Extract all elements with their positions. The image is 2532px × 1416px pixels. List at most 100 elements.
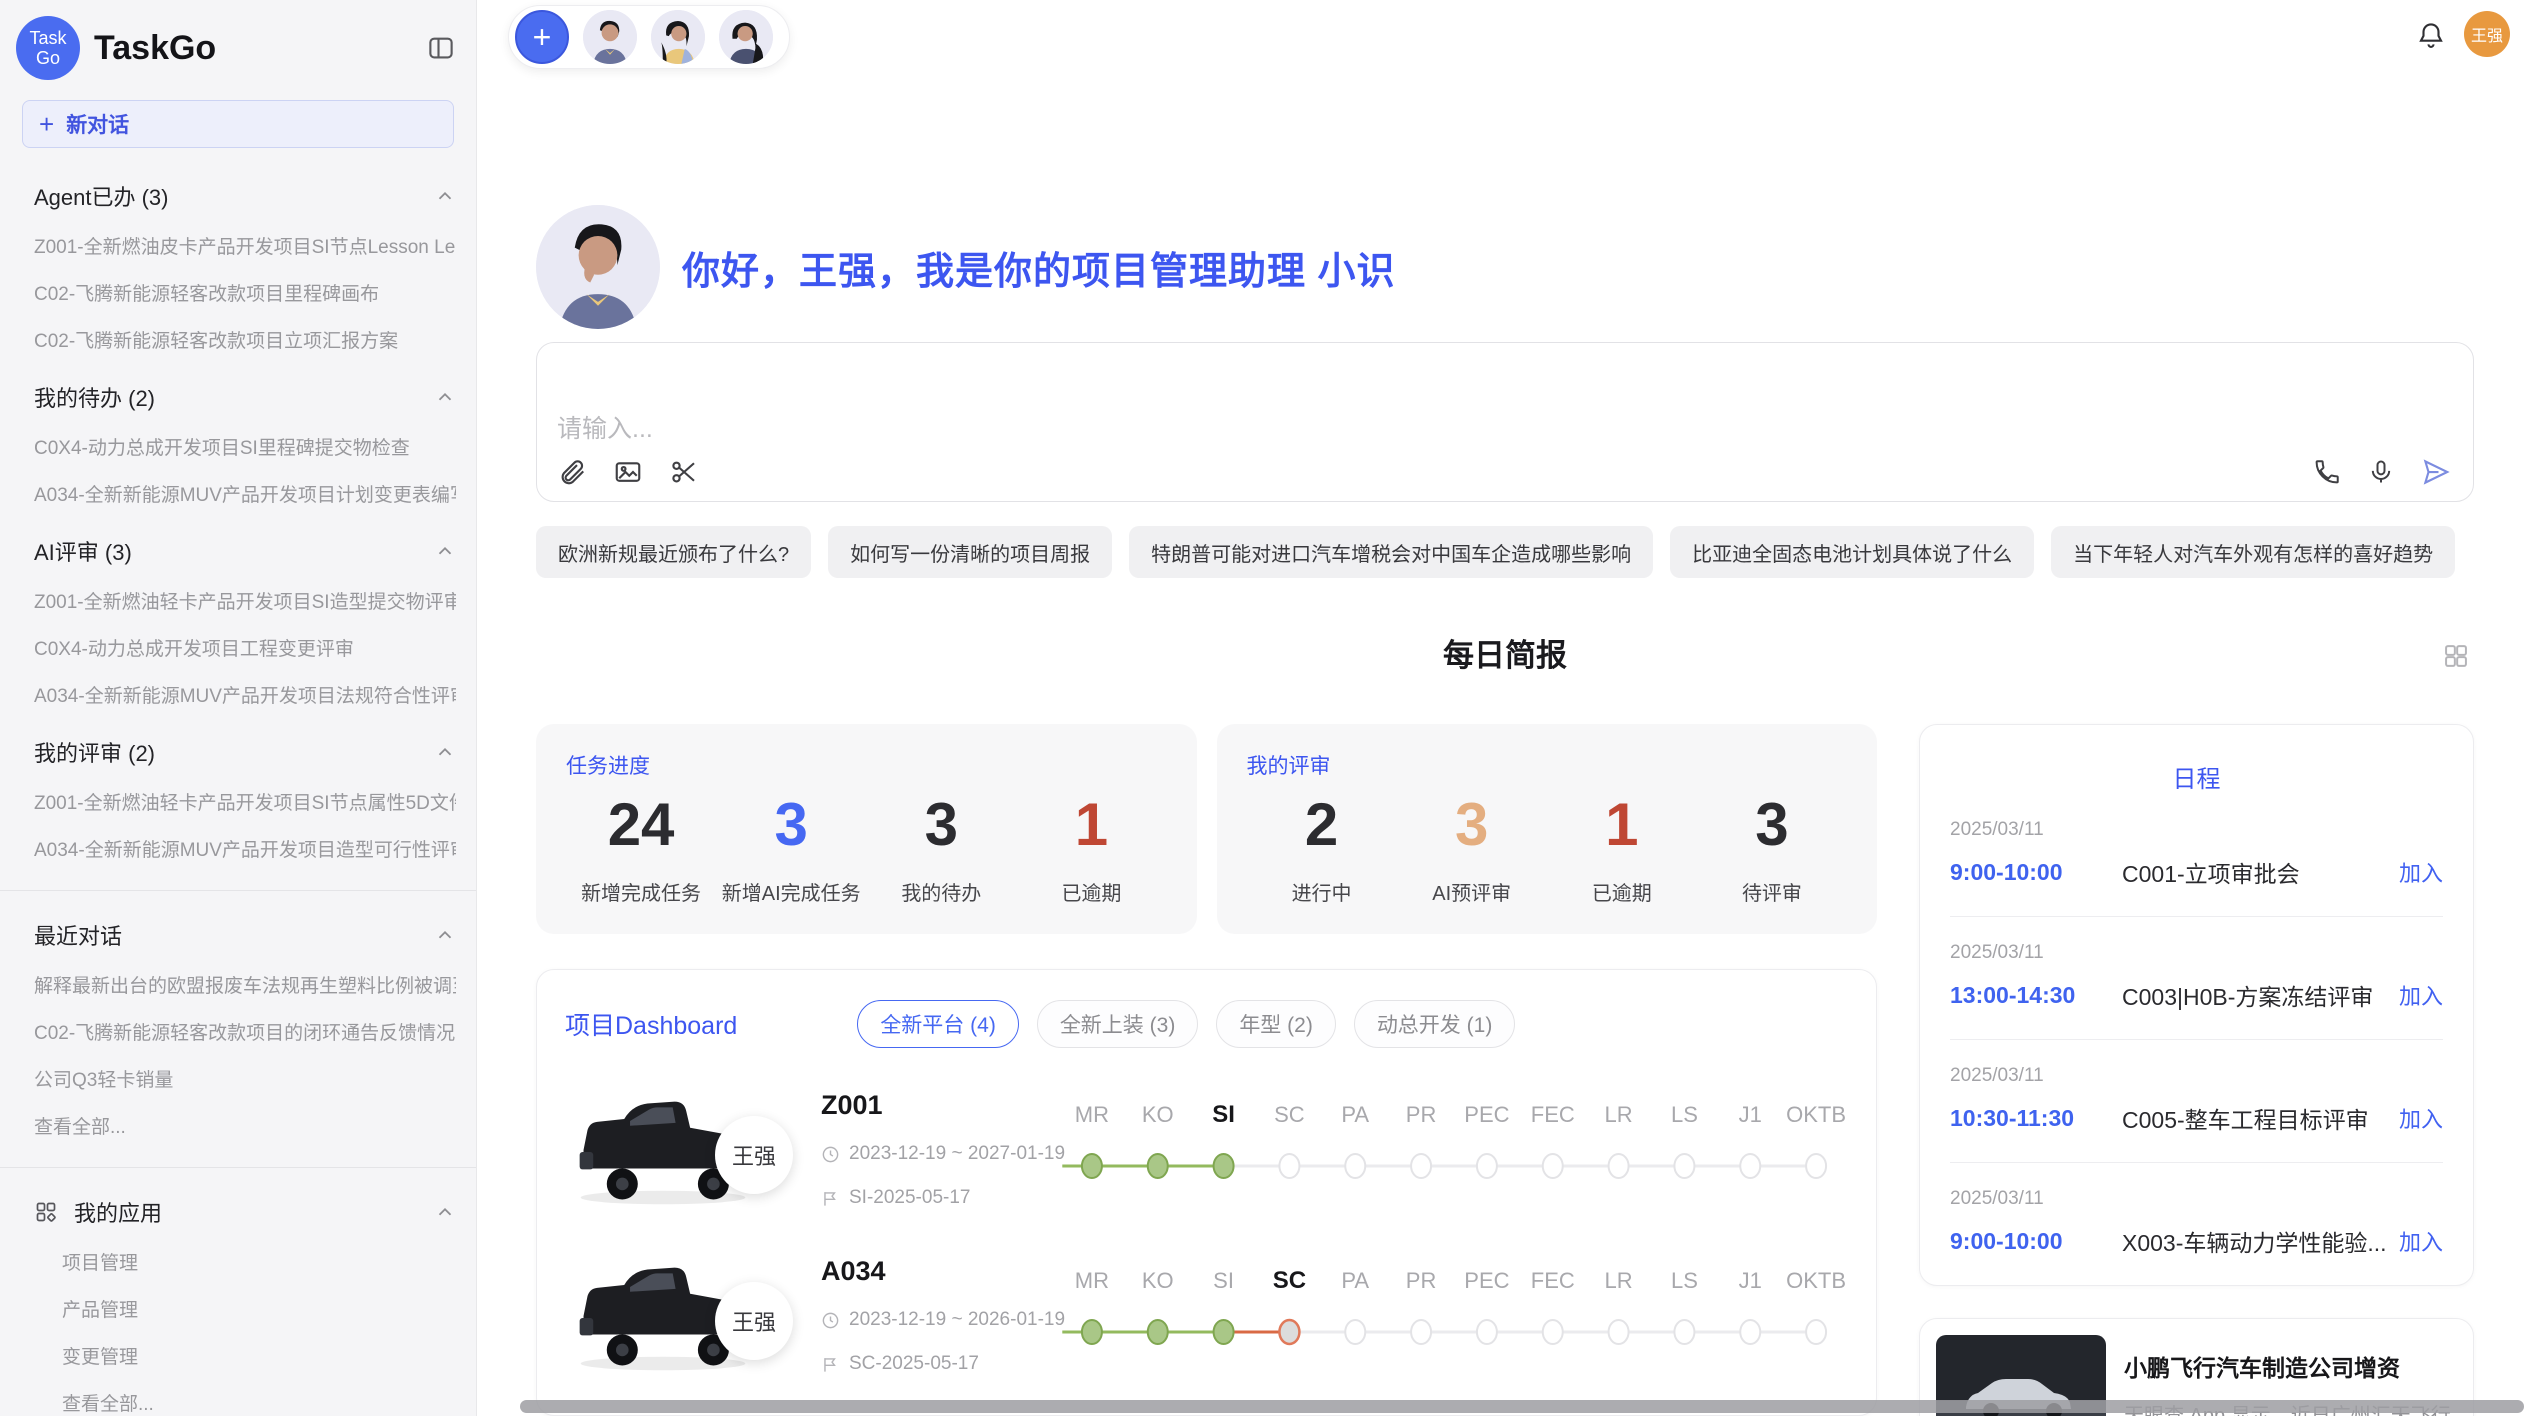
sidebar-conversation-item[interactable]: Z001-全新燃油轻卡产品开发项目SI造型提交物评审 (34, 587, 456, 614)
sidebar-section-header[interactable]: 最近对话 (34, 919, 456, 951)
sidebar-conversation-item[interactable]: A034-全新新能源MUV产品开发项目计划变更表编写 (34, 480, 456, 507)
sidebar-section-header[interactable]: 我的评审 (2) (34, 736, 456, 768)
sidebar-apps-header[interactable]: 我的应用 (34, 1196, 456, 1228)
milestone-label: OKTB (1786, 1102, 1846, 1127)
project-date-range: 2023-12-19 ~ 2026-01-19 (849, 1309, 1065, 1331)
dashboard-filter-chip[interactable]: 全新上装 (3) (1037, 1000, 1199, 1048)
image-icon[interactable] (613, 457, 643, 487)
dashboard-filters: 全新平台 (4) 全新上装 (3) 年型 (2) 动总开发 (1) (857, 1000, 1515, 1048)
sidebar-recent-section: 最近对话 解释最新出台的欧盟报废车法规再生塑料比例被调至15%... C02-飞… (34, 919, 456, 1139)
sidebar-conversation-item[interactable]: C0X4-动力总成开发项目工程变更评审 (34, 634, 456, 661)
clock-icon (821, 1145, 840, 1164)
stat-item: 1 已逾期 (1016, 790, 1166, 906)
schedule-join-link[interactable]: 加入 (2399, 979, 2443, 1011)
phone-icon[interactable] (2313, 458, 2341, 486)
schedule-join-link[interactable]: 加入 (2399, 1225, 2443, 1257)
project-flag-label: SI-2025-05-17 (849, 1187, 970, 1209)
milestone-label: PR (1406, 1268, 1437, 1293)
flag-icon (821, 1189, 840, 1208)
schedule-date: 2025/03/11 (1950, 819, 2443, 841)
sidebar-conversation-item[interactable]: C02-飞腾新能源轻客改款项目里程碑画布 (34, 279, 456, 306)
sidebar-conversation-item[interactable]: 产品管理 (34, 1295, 456, 1322)
sidebar-conversation-item[interactable]: 解释最新出台的欧盟报废车法规再生塑料比例被调至15%... (34, 971, 456, 998)
microphone-icon[interactable] (2367, 458, 2395, 486)
sidebar-collapse-icon[interactable] (426, 33, 456, 63)
scissors-icon[interactable] (669, 457, 699, 487)
milestone-strip: MRKOSISCPAPRPECFECLRLSJ1OKTB (1059, 1088, 1849, 1213)
stats-card-title: 我的评审 (1247, 750, 1848, 780)
sidebar-section-header[interactable]: Agent已办 (3) (34, 180, 456, 212)
sidebar-conversation-item[interactable]: A034-全新新能源MUV产品开发项目法规符合性评审 (34, 681, 456, 708)
suggestion-chip[interactable]: 欧洲新规最近颁布了什么? (536, 526, 811, 578)
stat-value: 1 (1547, 790, 1697, 859)
suggestion-chip[interactable]: 比亚迪全固态电池计划具体说了什么 (1670, 526, 2034, 578)
dashboard-filter-chip[interactable]: 全新平台 (4) (857, 1000, 1019, 1048)
schedule-join-link[interactable]: 加入 (2399, 1102, 2443, 1134)
suggestion-chips: 欧洲新规最近颁布了什么? 如何写一份清晰的项目周报特朗普可能对进口汽车增税会对中国… (536, 526, 2474, 578)
sidebar: Task Go TaskGo + 新对话 Agent已办 (3) Z001-全新… (0, 0, 477, 1416)
sidebar-section-header[interactable]: 我的待办 (2) (34, 381, 456, 413)
project-flag: SI-2025-05-17 (821, 1187, 1059, 1209)
sidebar-conversation-item[interactable]: Z001-全新燃油皮卡产品开发项目SI节点Lesson Learn报告 (34, 232, 456, 259)
chat-composer[interactable]: 请输入... (536, 342, 2474, 502)
greeting-text: 你好，王强，我是你的项目管理助理 小识 (682, 240, 1396, 295)
sidebar-conversation-item[interactable]: A034-全新新能源MUV产品开发项目造型可行性评审 (34, 835, 456, 862)
stat-value: 3 (866, 790, 1016, 859)
suggestion-chip[interactable]: 如何写一份清晰的项目周报 (828, 526, 1112, 578)
schedule-item: 2025/03/11 13:00-14:30 C003|H0B-方案冻结评审 加… (1950, 917, 2443, 1040)
project-dates: 2023-12-19 ~ 2026-01-19 (821, 1309, 1059, 1331)
milestone-label: SC (1273, 1267, 1306, 1294)
sidebar-conversation-item[interactable]: Z001-全新燃油轻卡产品开发项目SI节点属性5D文件评审 (34, 788, 456, 815)
schedule-join-link[interactable]: 加入 (2399, 856, 2443, 888)
sidebar-conversation-item[interactable]: 查看全部... (34, 1389, 456, 1416)
clock-icon (821, 1311, 840, 1330)
project-code: A034 (821, 1256, 1059, 1287)
composer-left-tools (557, 457, 699, 487)
sidebar-conversation-item[interactable]: C02-飞腾新能源轻客改款项目立项汇报方案 (34, 326, 456, 353)
sidebar-conversation-item[interactable]: C0X4-动力总成开发项目SI里程碑提交物检查 (34, 433, 456, 460)
sidebar-conversation-item[interactable]: 公司Q3轻卡销量 (34, 1065, 456, 1092)
daily-brief-header: 每日简报 (536, 634, 2474, 678)
stats-card: 任务进度 24 新增完成任务 3 新增AI完成任务 3 (536, 724, 1197, 934)
send-icon[interactable] (2421, 457, 2451, 487)
schedule-row: 9:00-10:00 C001-立项审批会 加入 (1950, 855, 2443, 889)
new-chat-button[interactable]: + 新对话 (22, 100, 454, 148)
stat-value: 2 (1247, 790, 1397, 859)
horizontal-scrollbar[interactable] (520, 1400, 2524, 1413)
layout-grid-icon[interactable] (2442, 642, 2470, 670)
milestone-strip: MRKOSISCPAPRPECFECLRLSJ1OKTB (1059, 1254, 1849, 1379)
sidebar-section: 我的评审 (2) Z001-全新燃油轻卡产品开发项目SI节点属性5D文件评审 A… (34, 736, 456, 862)
project-list: 王强 Z001 2023-12-19 ~ 2027-01-19 (565, 1088, 1848, 1380)
suggestion-chip[interactable]: 当下年轻人对汽车外观有怎样的喜好趋势 (2051, 526, 2455, 578)
schedule-time: 9:00-10:00 (1950, 1228, 2122, 1255)
stat-label: 已逾期 (1547, 877, 1697, 906)
sidebar-scroll-area: Agent已办 (3) Z001-全新燃油皮卡产品开发项目SI节点Lesson … (0, 148, 476, 1416)
chevron-up-icon (434, 185, 456, 207)
project-row[interactable]: 王强 A034 2023-12-19 ~ 2026-01-19 (565, 1254, 1848, 1380)
project-row[interactable]: 王强 Z001 2023-12-19 ~ 2027-01-19 (565, 1088, 1848, 1214)
stat-item: 3 新增AI完成任务 (716, 790, 866, 906)
schedule-card: 日程 2025/03/11 9:00-10:00 C001-立项审批会 加入 (1919, 724, 2474, 1286)
sidebar-conversation-item[interactable]: 变更管理 (34, 1342, 456, 1369)
stat-value: 3 (1397, 790, 1547, 859)
suggestion-chip[interactable]: 特朗普可能对进口汽车增税会对中国车企造成哪些影响 (1129, 526, 1653, 578)
attachment-icon[interactable] (557, 457, 587, 487)
milestone-label: KO (1142, 1102, 1174, 1127)
stat-value: 3 (716, 790, 866, 859)
sidebar-conversation-item[interactable]: 项目管理 (34, 1248, 456, 1275)
sidebar-section-header[interactable]: AI评审 (3) (34, 535, 456, 567)
stat-value: 24 (566, 790, 716, 859)
sidebar-conversation-item[interactable]: 查看全部... (34, 1112, 456, 1139)
milestone-label: MR (1075, 1102, 1109, 1127)
sidebar-conversation-item[interactable]: C02-飞腾新能源轻客改款项目的闭环通告反馈情况 (34, 1018, 456, 1045)
schedule-title: 日程 (1950, 759, 2443, 794)
schedule-time: 10:30-11:30 (1950, 1105, 2122, 1132)
dashboard-filter-chip[interactable]: 动总开发 (1) (1354, 1000, 1516, 1048)
stat-item: 3 待评审 (1697, 790, 1847, 906)
schedule-name: C001-立项审批会 (2122, 855, 2399, 889)
sidebar-section-title: 我的评审 (2) (34, 736, 155, 768)
dashboard-filter-chip[interactable]: 年型 (2) (1216, 1000, 1336, 1048)
sidebar-section-title: 最近对话 (34, 919, 122, 951)
stat-item: 2 进行中 (1247, 790, 1397, 906)
milestone-label: KO (1142, 1268, 1174, 1293)
